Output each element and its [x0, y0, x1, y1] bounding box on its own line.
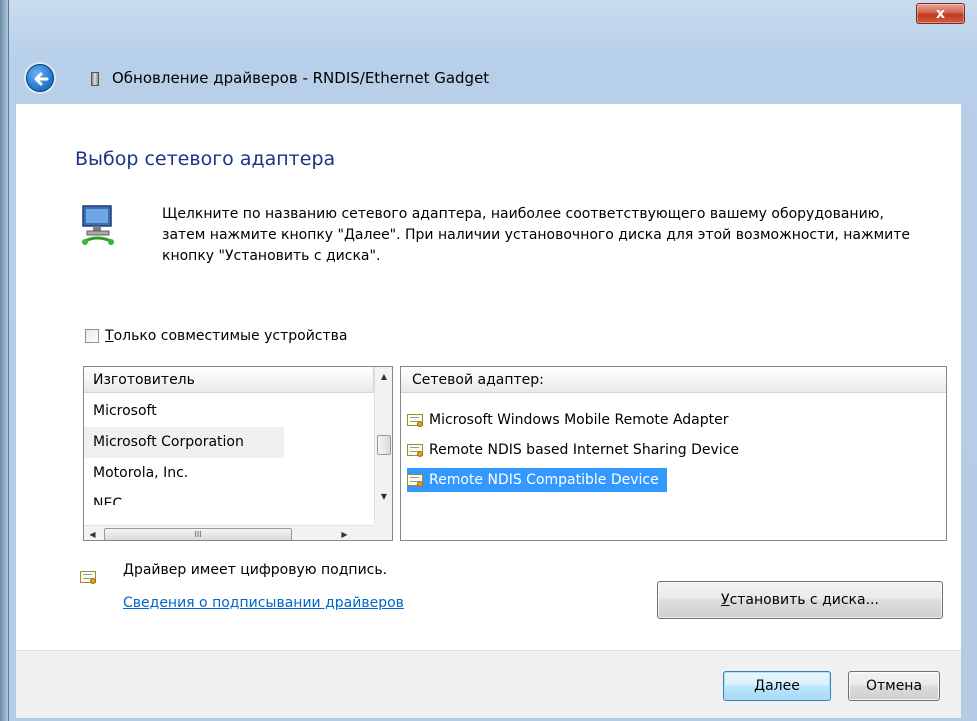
compatible-only-checkbox[interactable]	[85, 329, 99, 343]
certificate-icon	[80, 569, 98, 585]
manufacturer-items: Microsoft Microsoft Corporation Motorola…	[84, 396, 374, 505]
scroll-up-arrow-icon[interactable]: ▲	[375, 367, 392, 385]
list-item[interactable]: Microsoft	[84, 396, 374, 427]
signature-status-text: Драйвер имеет цифровую подпись.	[123, 562, 388, 578]
list-item[interactable]: Remote NDIS Compatible Device	[407, 465, 937, 495]
have-disk-label: становить с диска...	[729, 592, 879, 608]
list-item-label: Remote NDIS Compatible Device	[429, 472, 659, 488]
compatible-only-label-accel: Т	[105, 328, 114, 344]
manufacturer-list[interactable]: Изготовитель Microsoft Microsoft Corpora…	[83, 366, 393, 541]
instruction-text: Щелкните по названию сетевого адаптера, …	[162, 206, 911, 264]
list-item[interactable]: Motorola, Inc.	[84, 458, 374, 489]
scroll-right-arrow-icon[interactable]: ▶	[336, 526, 353, 540]
list-item[interactable]: Microsoft Windows Mobile Remote Adapter	[407, 405, 937, 435]
next-label: алее	[765, 678, 800, 694]
list-item-content: Microsoft Windows Mobile Remote Adapter	[407, 408, 737, 432]
network-adapter-list[interactable]: Сетевой адаптер: Microsoft Windows Mobil…	[400, 366, 947, 541]
wizard-footer: Далее Отмена	[16, 650, 961, 718]
manufacturer-column-header[interactable]: Изготовитель	[84, 367, 374, 393]
certificate-icon	[407, 442, 425, 458]
vertical-scroll-thumb[interactable]	[377, 435, 391, 455]
next-button[interactable]: Далее	[723, 671, 831, 701]
back-button[interactable]	[26, 64, 54, 92]
vertical-scrollbar[interactable]: ▲ ▼	[374, 367, 392, 525]
page-heading: Выбор сетевого адаптера	[75, 148, 336, 170]
compatible-only-label[interactable]: Только совместимые устройства	[105, 328, 348, 344]
horizontal-scrollbar[interactable]: ◀ III ▶	[84, 525, 374, 540]
have-disk-accel: У	[721, 592, 730, 608]
network-adapter-items: Microsoft Windows Mobile Remote Adapter …	[407, 405, 937, 495]
driver-signing-link[interactable]: Сведения о подписывании драйверов	[123, 595, 404, 611]
scroll-left-arrow-icon[interactable]: ◀	[84, 526, 101, 540]
title-bar[interactable]: x	[8, 0, 977, 36]
window-title: Обновление драйверов - RNDIS/Ethernet Ga…	[112, 69, 490, 87]
list-item[interactable]: Remote NDIS based Internet Sharing Devic…	[407, 435, 937, 465]
compatible-only-label-rest: олько совместимые устройства	[113, 328, 348, 344]
scroll-corner	[374, 525, 392, 540]
list-item[interactable]: NEC	[84, 489, 374, 505]
list-item-label: Remote NDIS based Internet Sharing Devic…	[429, 442, 740, 458]
certificate-icon	[407, 472, 425, 488]
cancel-button[interactable]: Отмена	[848, 671, 940, 701]
list-item-content: Remote NDIS based Internet Sharing Devic…	[407, 438, 747, 462]
list-item-label: Microsoft Windows Mobile Remote Adapter	[429, 412, 729, 428]
list-item[interactable]: Microsoft Corporation	[84, 427, 284, 458]
wizard-content: Выбор сетевого адаптера Щелкните по назв…	[16, 104, 961, 650]
back-arrow-icon	[34, 72, 49, 86]
certificate-icon	[407, 412, 425, 428]
network-adapter-column-header[interactable]: Сетевой адаптер:	[401, 367, 946, 393]
list-item-content: Remote NDIS Compatible Device	[407, 468, 667, 492]
have-disk-button[interactable]: Установить с диска...	[657, 581, 943, 619]
device-icon	[91, 72, 99, 86]
next-accel: Д	[754, 678, 766, 694]
navigation-bar: Обновление драйверов - RNDIS/Ethernet Ga…	[16, 52, 961, 104]
scroll-down-arrow-icon[interactable]: ▼	[375, 487, 392, 505]
compatible-only-checkbox-row[interactable]: Только совместимые устройства	[85, 328, 348, 344]
horizontal-scroll-thumb[interactable]: III	[104, 528, 292, 540]
network-adapter-icon	[82, 205, 114, 245]
close-button[interactable]: x	[916, 3, 965, 24]
